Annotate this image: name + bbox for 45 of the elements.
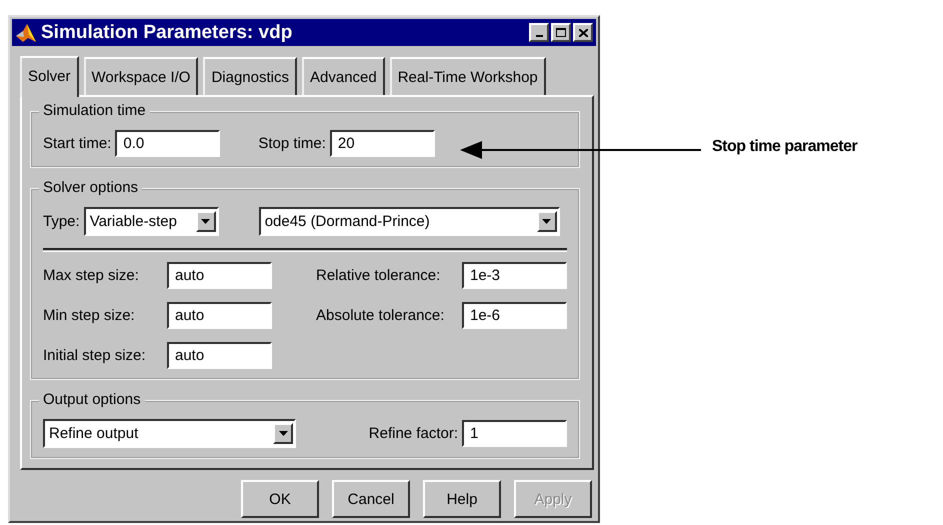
field-label: Stop time: [258, 135, 326, 152]
caret-icon [278, 430, 288, 436]
field-label: Absolute tolerance: [316, 307, 446, 324]
tab[interactable]: Workspace I/O [84, 57, 198, 95]
solver-dropdown[interactable]: ode45 (Dormand-Prince) [258, 207, 560, 236]
field-label: Relative tolerance: [316, 267, 442, 284]
maximize-icon [556, 28, 566, 37]
input-field[interactable]: 0.0 [115, 130, 220, 157]
close-button[interactable] [573, 23, 593, 42]
field-label: Max step size: [43, 267, 140, 284]
tab[interactable]: Real-Time Workshop [390, 57, 546, 95]
dialog-button[interactable]: Cancel [332, 480, 410, 518]
dialog-button[interactable]: OK [241, 480, 319, 518]
close-icon [578, 28, 588, 36]
input-field[interactable]: 1e-6 [462, 302, 567, 329]
type-dropdown[interactable]: Variable-step [84, 207, 219, 236]
group-legend: Output options [39, 391, 145, 408]
caret-icon [201, 218, 210, 224]
minimize-button[interactable] [529, 23, 549, 42]
window-title: Simulation Parameters: vdp [41, 22, 294, 44]
field-label: Type: [43, 213, 80, 230]
input-field[interactable]: 20 [330, 130, 435, 157]
field-label: Refine factor: [368, 425, 458, 442]
minimize-icon [536, 34, 542, 36]
input-field[interactable]: auto [167, 262, 272, 289]
input-field[interactable]: auto [167, 302, 272, 329]
tab[interactable]: Advanced [302, 57, 385, 95]
dropdown-arrow-button[interactable] [273, 423, 293, 444]
input-field[interactable]: 1 [462, 420, 567, 447]
field-label: Initial step size: [43, 347, 147, 364]
app-icon [15, 22, 37, 44]
input-field[interactable]: 1e-3 [462, 262, 567, 289]
group-legend: Solver options [39, 179, 142, 196]
caret-icon [542, 218, 552, 224]
dropdown-arrow-button[interactable] [536, 211, 557, 232]
maximize-button[interactable] [551, 23, 571, 42]
dropdown-arrow-button[interactable] [196, 211, 216, 232]
tab[interactable]: Solver [20, 56, 79, 97]
annotation-label: Stop time parameter [712, 138, 858, 156]
dialog-button[interactable]: Help [423, 480, 501, 518]
tab[interactable]: Diagnostics [203, 57, 297, 95]
field-label: Start time: [43, 135, 112, 152]
input-field[interactable]: auto [167, 342, 272, 369]
output-dropdown[interactable]: Refine output [43, 419, 296, 448]
field-label: Min step size: [43, 307, 136, 324]
